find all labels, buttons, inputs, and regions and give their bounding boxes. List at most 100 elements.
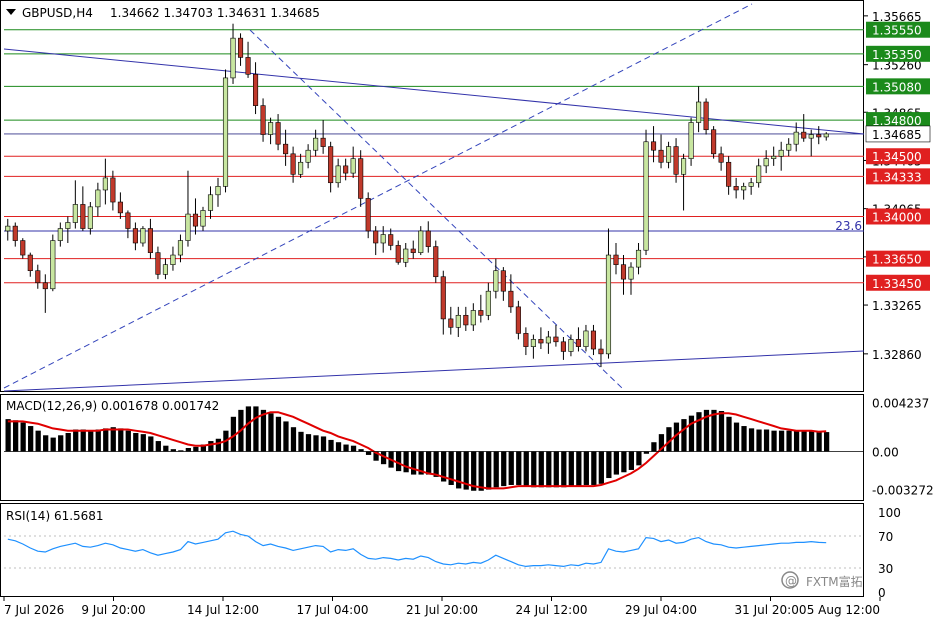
macd-bar	[50, 437, 56, 452]
y-tick-label: 1.32860	[872, 348, 922, 362]
macd-bar	[163, 445, 169, 452]
macd-bar	[786, 430, 792, 452]
macd-bar	[726, 416, 732, 452]
candle-bull	[748, 182, 754, 187]
candle-bull	[583, 330, 589, 347]
ohlc-label: 1.34662 1.34703 1.34631 1.34685	[110, 6, 320, 20]
candle-bear	[575, 339, 581, 347]
level-tag-label: 1.34500	[872, 150, 922, 164]
candle-bear	[117, 201, 123, 214]
candle-bear	[125, 212, 131, 229]
rsi-tick-label: 100	[878, 506, 901, 520]
candle-bear	[598, 348, 604, 355]
x-tick-label: 14 Jul 12:00	[187, 603, 259, 617]
macd-bar	[28, 426, 34, 452]
candle-bull	[741, 186, 747, 191]
candle-bear	[343, 165, 349, 174]
candle-bull	[605, 254, 612, 355]
price-panel-frame	[0, 0, 864, 392]
macd-bar	[253, 406, 259, 452]
x-tick-label: 5 Aug 12:00	[807, 603, 880, 617]
candle-bear	[650, 141, 657, 151]
macd-bar	[320, 436, 327, 452]
candle-bull	[200, 210, 206, 227]
macd-bar	[778, 430, 785, 452]
candle-bear	[110, 177, 116, 203]
macd-bar	[538, 451, 544, 488]
watermark-logo-glyph: @	[785, 574, 797, 588]
candle-bear	[440, 276, 446, 320]
candle-bull	[5, 225, 11, 232]
candle-bear	[478, 310, 484, 316]
candle-bull	[568, 339, 574, 352]
macd-tick-label: 0.004237	[872, 397, 929, 411]
macd-bar	[193, 446, 199, 452]
current-price-label: 1.34685	[872, 128, 922, 142]
macd-bar	[140, 434, 146, 452]
macd-bar	[478, 451, 484, 491]
candle-bull	[215, 186, 221, 196]
macd-bar	[275, 416, 282, 452]
candle-bull	[170, 254, 176, 265]
candle-bull	[95, 189, 101, 208]
candle-bull	[162, 264, 168, 275]
candle-bear	[515, 306, 521, 334]
macd-bar	[185, 448, 191, 452]
macd-bar	[576, 451, 582, 487]
candle-bull	[102, 177, 108, 191]
candle-bull	[688, 122, 694, 159]
candle-bear	[613, 254, 619, 265]
candle-bull	[268, 122, 274, 135]
macd-bar	[365, 451, 372, 455]
candle-bull	[485, 290, 491, 316]
candle-bull	[628, 266, 634, 280]
candle-bear	[132, 228, 138, 244]
candle-bull	[57, 228, 63, 241]
macd-bar	[290, 427, 297, 452]
macd-bar	[5, 419, 11, 452]
macd-bar	[501, 451, 507, 487]
candle-bear	[358, 158, 364, 199]
macd-bar	[523, 451, 529, 487]
candle-bear	[816, 134, 822, 138]
macd-bar	[208, 441, 214, 452]
candle-bull	[786, 143, 792, 151]
macd-bar	[343, 444, 349, 452]
macd-bar	[808, 430, 815, 452]
candle-bull	[207, 194, 214, 211]
candle-bear	[275, 122, 281, 145]
macd-label: MACD(12,26,9) 0.001678 0.001742	[6, 399, 219, 413]
macd-bar	[80, 429, 86, 452]
candle-bear	[373, 230, 379, 244]
macd-bar	[636, 451, 642, 466]
candle-bull	[778, 149, 784, 157]
macd-bar	[433, 451, 439, 477]
macd-bar	[508, 451, 514, 485]
macd-bar	[335, 442, 342, 452]
macd-bar	[696, 412, 702, 452]
candle-bear	[155, 252, 161, 275]
candle-bull	[823, 133, 829, 138]
macd-bar	[103, 428, 109, 452]
x-tick-label: 29 Jul 04:00	[625, 603, 697, 617]
x-tick-label: 17 Jul 04:00	[297, 603, 369, 617]
macd-bar	[148, 436, 154, 452]
candle-bull	[763, 158, 769, 167]
candle-bull	[470, 310, 476, 326]
level-tag-label: 1.35080	[872, 80, 922, 94]
candle-bull	[418, 230, 424, 253]
macd-bar	[35, 430, 41, 452]
macd-bar	[613, 451, 619, 475]
candle-bull	[545, 336, 551, 344]
candle-bear	[801, 131, 807, 139]
candle-bear	[365, 198, 371, 232]
candle-bull	[222, 77, 229, 187]
macd-bar	[313, 435, 319, 452]
candle-bull	[335, 165, 341, 184]
candle-bull	[455, 314, 461, 328]
candle-bear	[500, 270, 506, 292]
candle-bull	[380, 234, 386, 244]
macd-bar	[155, 441, 161, 452]
macd-bar	[793, 430, 800, 452]
level-tag-label: 1.33450	[872, 277, 922, 291]
